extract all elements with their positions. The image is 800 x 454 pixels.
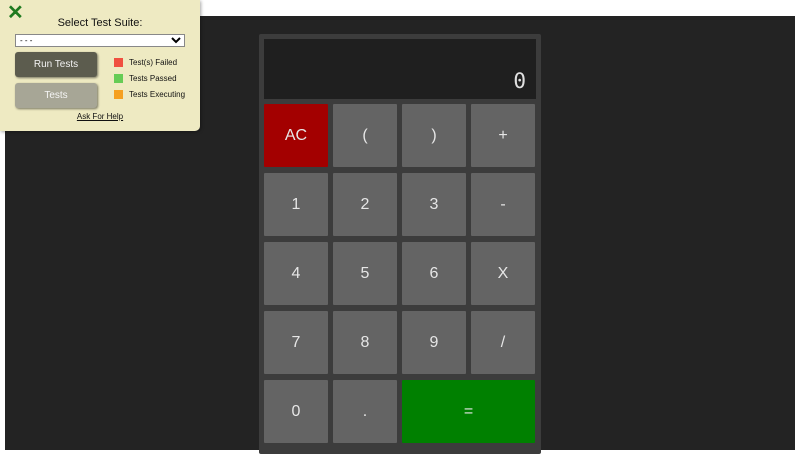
decimal-button[interactable]: .: [333, 380, 397, 443]
digit-4-button[interactable]: 4: [264, 242, 328, 305]
add-button[interactable]: +: [471, 104, 535, 167]
divide-button[interactable]: /: [471, 311, 535, 374]
ask-for-help-link[interactable]: Ask For Help: [0, 112, 200, 121]
panel-title: Select Test Suite:: [57, 17, 143, 29]
executing-swatch: [114, 89, 123, 99]
run-tests-button[interactable]: Run Tests: [15, 52, 97, 77]
equals-button[interactable]: =: [402, 380, 535, 443]
multiply-button[interactable]: X: [471, 242, 535, 305]
passed-swatch: [114, 73, 123, 83]
display-value: 0: [513, 69, 526, 93]
test-panel: ✕ Select Test Suite: - - - Run Tests Tes…: [0, 0, 200, 131]
failed-swatch: [114, 57, 123, 67]
digit-5-button[interactable]: 5: [333, 242, 397, 305]
digit-2-button[interactable]: 2: [333, 173, 397, 236]
tests-button[interactable]: Tests: [15, 83, 97, 108]
calculator-display: 0: [264, 39, 536, 99]
legend-failed: Test(s) Failed: [114, 57, 177, 67]
digit-6-button[interactable]: 6: [402, 242, 466, 305]
subtract-button[interactable]: -: [471, 173, 535, 236]
digit-3-button[interactable]: 3: [402, 173, 466, 236]
test-suite-select[interactable]: - - -: [15, 34, 185, 47]
legend-label: Test(s) Failed: [129, 57, 178, 67]
legend-label: Tests Passed: [129, 73, 177, 83]
legend-label: Tests Executing: [129, 89, 186, 99]
digit-8-button[interactable]: 8: [333, 311, 397, 374]
digit-0-button[interactable]: 0: [264, 380, 328, 443]
open-paren-button[interactable]: (: [333, 104, 397, 167]
digit-9-button[interactable]: 9: [402, 311, 466, 374]
close-paren-button[interactable]: ): [402, 104, 466, 167]
legend-executing: Tests Executing: [114, 89, 185, 99]
digit-1-button[interactable]: 1: [264, 173, 328, 236]
clear-button[interactable]: AC: [264, 104, 328, 167]
legend-passed: Tests Passed: [114, 73, 177, 83]
digit-7-button[interactable]: 7: [264, 311, 328, 374]
